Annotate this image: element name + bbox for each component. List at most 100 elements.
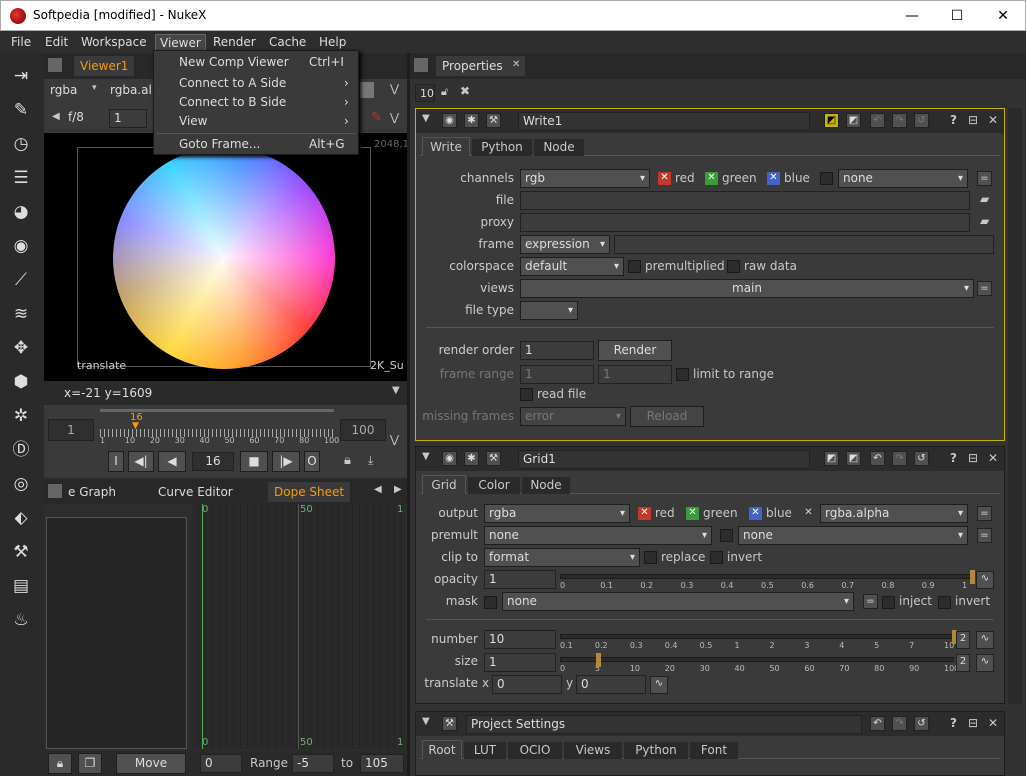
channel-dropdown-icon[interactable]: ▾	[92, 83, 97, 93]
collapse-icon[interactable]: ▼	[422, 113, 430, 124]
colorspace-select[interactable]: default	[520, 257, 624, 276]
range-from-field[interactable]: -5	[292, 754, 334, 773]
close-node-icon-2[interactable]: ✕	[988, 451, 998, 465]
clear-panels-icon[interactable]: ✖	[460, 84, 470, 98]
tab-views[interactable]: Views	[564, 742, 622, 759]
tab-font[interactable]: Font	[690, 742, 738, 759]
float-icon-3[interactable]: ⊟	[968, 716, 978, 730]
viewer-toggle-icon-2[interactable]: ◉	[442, 451, 457, 466]
menu-new-comp-viewer[interactable]: New Comp Viewer Ctrl+I	[154, 53, 358, 72]
channel-icon[interactable]: ☰	[8, 165, 34, 191]
tab-write[interactable]: Write	[422, 137, 470, 156]
number-dims-button[interactable]: 2	[956, 631, 970, 649]
invert-checkbox[interactable]	[710, 551, 723, 564]
help-icon-2[interactable]: ?	[950, 451, 957, 465]
opacity-field[interactable]: 1	[484, 570, 556, 589]
translate-x-field[interactable]: 0	[492, 675, 562, 694]
menu-file[interactable]: File	[7, 34, 35, 51]
menu-workspace[interactable]: Workspace	[77, 34, 151, 51]
views-link-icon[interactable]: =	[977, 281, 992, 296]
merge-icon[interactable]: ≋	[8, 301, 34, 327]
translate-curve-icon[interactable]: ∿	[650, 676, 668, 694]
help-icon[interactable]: ?	[950, 113, 957, 127]
render-button[interactable]: Render	[598, 340, 672, 361]
font-color-icon[interactable]: ◩	[846, 113, 861, 128]
premultiplied-checkbox[interactable]	[628, 260, 641, 273]
number-slider[interactable]	[560, 634, 954, 639]
frame-range-from-field[interactable]: 1	[520, 365, 594, 384]
alpha-channel-checkbox[interactable]: ✕	[802, 507, 815, 520]
frame-expression-field[interactable]	[614, 235, 994, 254]
node-tools-icon[interactable]: ⚒	[486, 113, 501, 128]
menu-connect-a-side[interactable]: Connect to A Side ›	[154, 74, 358, 93]
copy-button[interactable]: ❐	[78, 753, 102, 774]
missing-frames-select[interactable]: error	[520, 407, 626, 426]
tab-lut[interactable]: LUT	[464, 742, 506, 759]
float-icon-2[interactable]: ⊟	[968, 451, 978, 465]
views-select[interactable]: main	[520, 279, 974, 298]
viewer-canvas[interactable]: 2048,1 translate 2K_Su	[44, 133, 409, 381]
number-field[interactable]: 10	[484, 630, 556, 649]
fstop-label[interactable]: f/8	[68, 110, 84, 124]
tab-color[interactable]: Color	[468, 477, 520, 494]
lock-key-button[interactable]: 🔒︎	[48, 753, 72, 774]
grid1-name-field[interactable]: Grid1	[518, 450, 810, 469]
tile-color-icon[interactable]: ◩	[824, 113, 839, 128]
font-color-icon-2[interactable]: ◩	[846, 451, 861, 466]
file-field[interactable]	[520, 191, 970, 210]
color-icon[interactable]: ◕	[8, 199, 34, 225]
transform-icon[interactable]: ✥	[8, 335, 34, 361]
panel-menu-icon[interactable]	[48, 58, 62, 72]
node-tools-icon-3[interactable]: ⚒	[442, 716, 457, 731]
tab-viewer1[interactable]: Viewer1	[74, 56, 135, 76]
menu-connect-b-side[interactable]: Connect to B Side ›	[154, 93, 358, 112]
tab-root[interactable]: Root	[422, 740, 462, 759]
minimize-button[interactable]: —	[889, 1, 935, 31]
size-slider[interactable]	[560, 657, 954, 662]
paint-icon[interactable]: ✎	[371, 110, 382, 125]
collapse-icon-2[interactable]: ▼	[422, 451, 430, 462]
size-dims-button[interactable]: 2	[956, 654, 970, 672]
green-channel-checkbox-2[interactable]: ✕	[686, 507, 699, 520]
read-file-checkbox[interactable]	[520, 388, 533, 401]
frame-range-end[interactable]: 100	[340, 419, 386, 441]
draw-icon[interactable]: ✎	[8, 97, 34, 123]
gain-field[interactable]: 1	[109, 109, 147, 128]
opacity-slider-handle[interactable]	[970, 570, 975, 584]
properties-scrollbar[interactable]	[1008, 108, 1022, 704]
undo-icon-2[interactable]: ↶	[870, 451, 885, 466]
more-icon-2[interactable]: ⋁	[390, 111, 399, 124]
lock-icon[interactable]: 🔒︎	[344, 453, 351, 468]
playback-mode-icon[interactable]: ⤓	[368, 453, 373, 468]
proxy-browse-icon[interactable]: ▰	[980, 214, 989, 228]
extra-channel-checkbox[interactable]	[820, 172, 833, 185]
mask-link-icon[interactable]: =	[863, 594, 878, 609]
mask-checkbox[interactable]	[484, 596, 497, 609]
tab-grid[interactable]: Grid	[422, 475, 466, 494]
close-tab-icon[interactable]: ✕	[512, 59, 520, 70]
menu-viewer[interactable]: Viewer	[155, 34, 206, 51]
proxy-field[interactable]	[520, 213, 970, 232]
render-order-field[interactable]: 1	[520, 341, 594, 360]
redo-icon[interactable]: ↷	[892, 113, 907, 128]
close-node-icon[interactable]: ✕	[988, 113, 998, 127]
premult-link-icon[interactable]: =	[977, 528, 992, 543]
help-icon-3[interactable]: ?	[950, 716, 957, 730]
in-point-button[interactable]: I	[108, 451, 124, 472]
menu-cache[interactable]: Cache	[265, 34, 310, 51]
more-icon[interactable]: ⋁	[390, 82, 399, 95]
move-value-field[interactable]: 0	[200, 754, 242, 773]
info-dropdown-icon[interactable]: ▼	[392, 385, 400, 396]
redo-icon-2[interactable]: ↷	[892, 451, 907, 466]
menu-render[interactable]: Render	[209, 34, 260, 51]
toolsets-icon[interactable]: ⚒	[8, 539, 34, 565]
link-icon[interactable]: =	[977, 171, 992, 186]
red-channel-checkbox[interactable]: ✕	[658, 172, 671, 185]
limit-range-checkbox[interactable]	[676, 368, 689, 381]
tab-curve-editor[interactable]: Curve Editor	[152, 482, 239, 502]
tab-python[interactable]: Python	[472, 139, 532, 156]
max-panels-field[interactable]: 10	[415, 84, 435, 102]
stop-button[interactable]: ■	[240, 451, 268, 472]
3d-icon[interactable]: ⬢	[8, 369, 34, 395]
close-node-icon-3[interactable]: ✕	[988, 716, 998, 730]
